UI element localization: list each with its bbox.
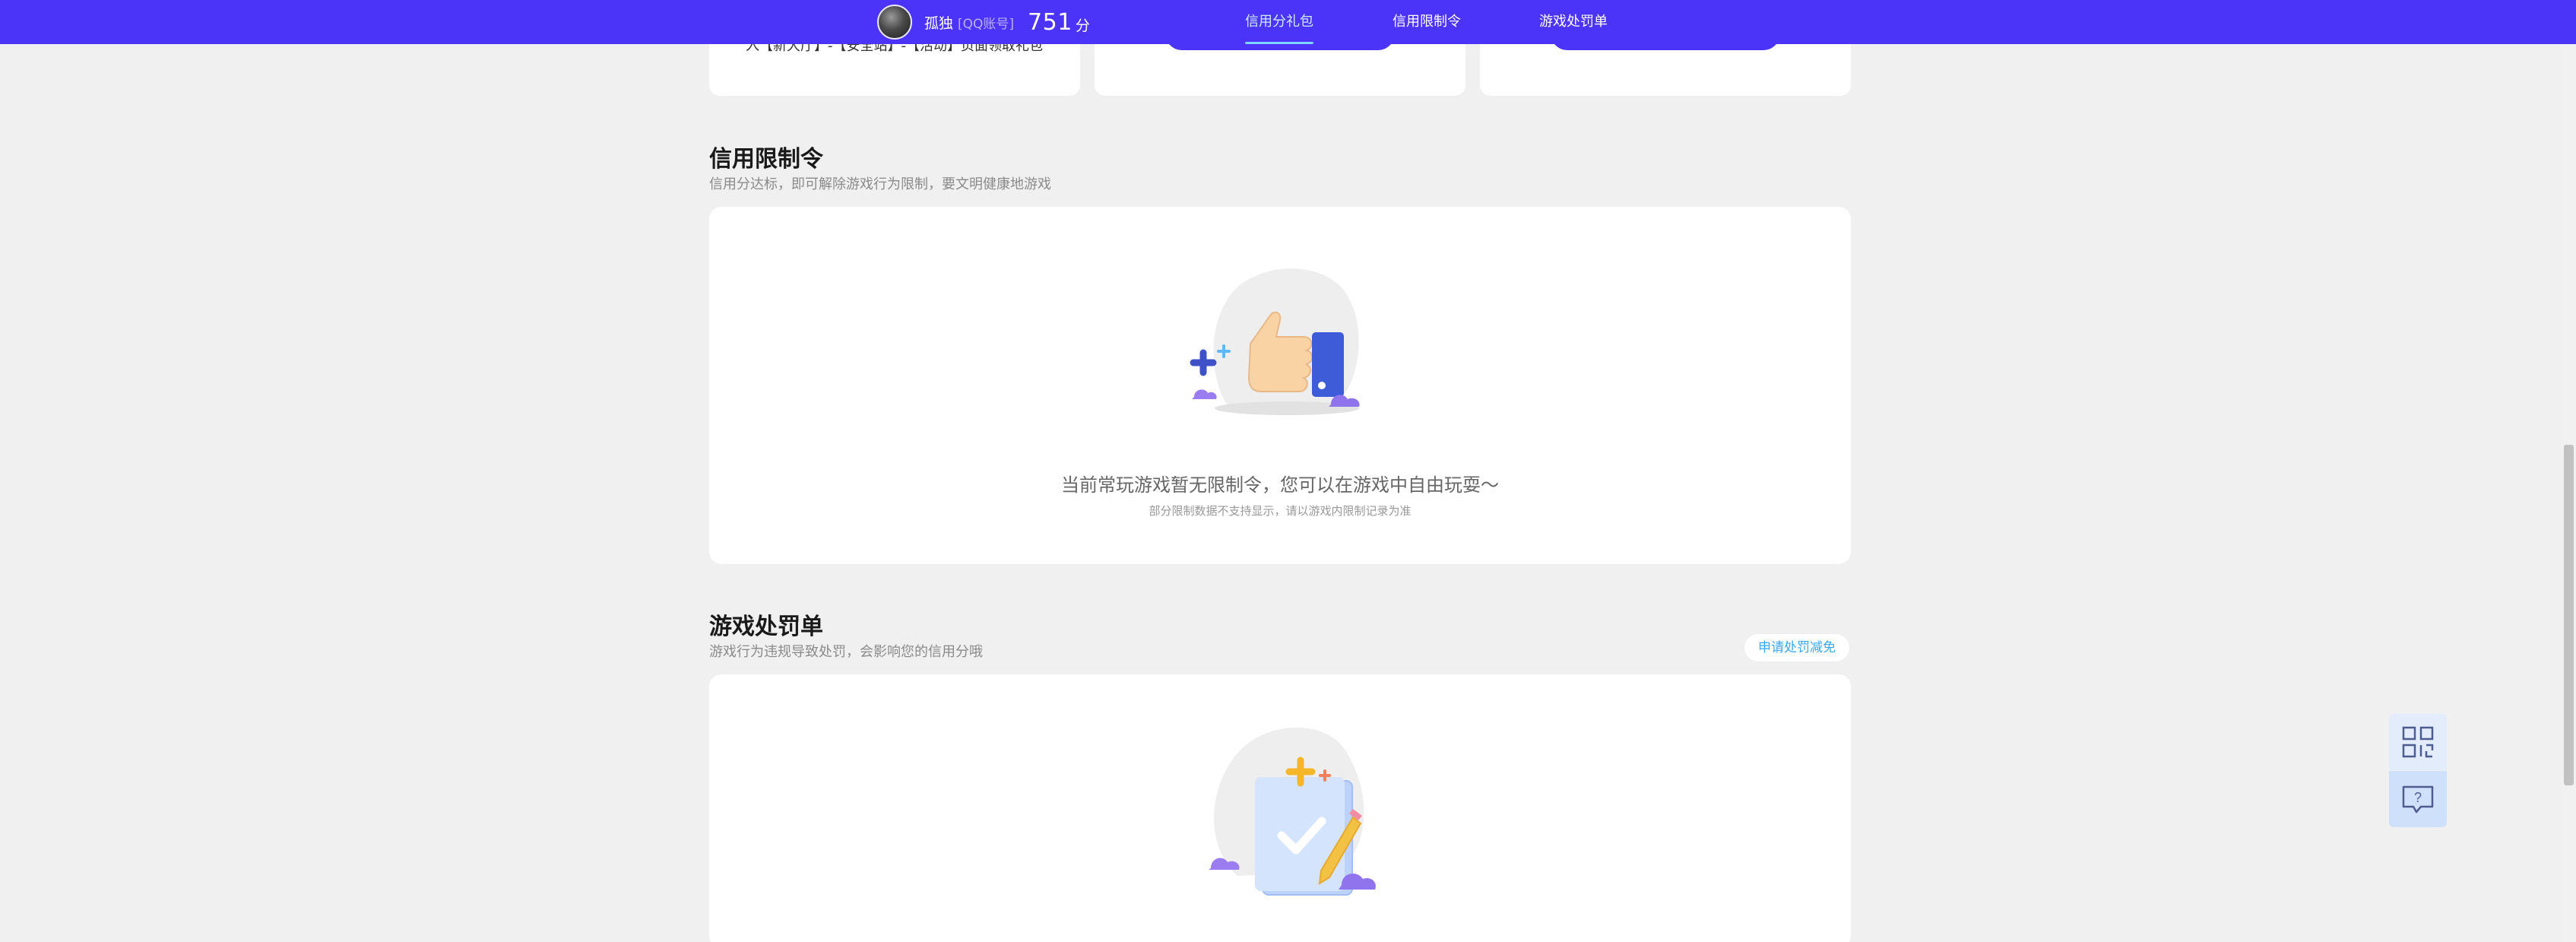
qrcode-icon [2402, 726, 2434, 758]
svg-text:?: ? [2414, 790, 2422, 805]
user-info: 孤独 [QQ账号] 751 分 [877, 3, 1090, 41]
active-tab-underline [1245, 42, 1313, 44]
penalty-section-desc: 游戏行为违规导致处罚，会影响您的信用分哦 [709, 644, 983, 660]
tab-label: 信用限制令 [1393, 14, 1461, 30]
top-nav-bar: 孤独 [QQ账号] 751 分 信用分礼包 信用限制令 游戏处罚单 [0, 0, 2576, 44]
restriction-section-desc: 信用分达标，即可解除游戏行为限制，要文明健康地游戏 [709, 176, 1051, 192]
tab-credit-restriction[interactable]: 信用限制令 [1393, 11, 1461, 44]
username: 孤独 [924, 14, 954, 32]
restriction-empty-note: 部分限制数据不支持显示，请以游戏内限制记录为准 [1149, 504, 1412, 518]
scrollbar-thumb[interactable] [2564, 445, 2574, 785]
restriction-panel: 当前常玩游戏暂无限制令，您可以在游戏中自由玩耍～ 部分限制数据不支持显示，请以游… [709, 207, 1851, 564]
tab-label: 游戏处罚单 [1539, 14, 1608, 30]
apply-penalty-reduction-button[interactable]: 申请处罚减免 [1744, 634, 1849, 661]
restriction-section-title: 信用限制令 [709, 146, 823, 173]
restriction-empty-message: 当前常玩游戏暂无限制令，您可以在游戏中自由玩耍～ [1061, 474, 1499, 496]
account-type-tag: [QQ账号] [958, 16, 1015, 32]
help-feedback-icon: ? [2402, 785, 2434, 814]
credit-score-unit: 分 [1075, 17, 1090, 34]
avatar[interactable] [877, 5, 912, 40]
penalty-section-title: 游戏处罚单 [709, 614, 823, 640]
thumbs-up-illustration-icon [1190, 268, 1360, 415]
help-feedback-button[interactable]: ? [2389, 771, 2447, 827]
qrcode-button[interactable] [2389, 714, 2447, 770]
penalty-panel [709, 674, 1851, 942]
credit-score-value: 751 [1028, 8, 1073, 36]
tab-game-penalty[interactable]: 游戏处罚单 [1539, 11, 1608, 44]
checklist-pencil-illustration-icon [1209, 727, 1376, 896]
tab-credit-gift[interactable]: 信用分礼包 [1245, 11, 1313, 44]
tab-label: 信用分礼包 [1245, 14, 1313, 30]
